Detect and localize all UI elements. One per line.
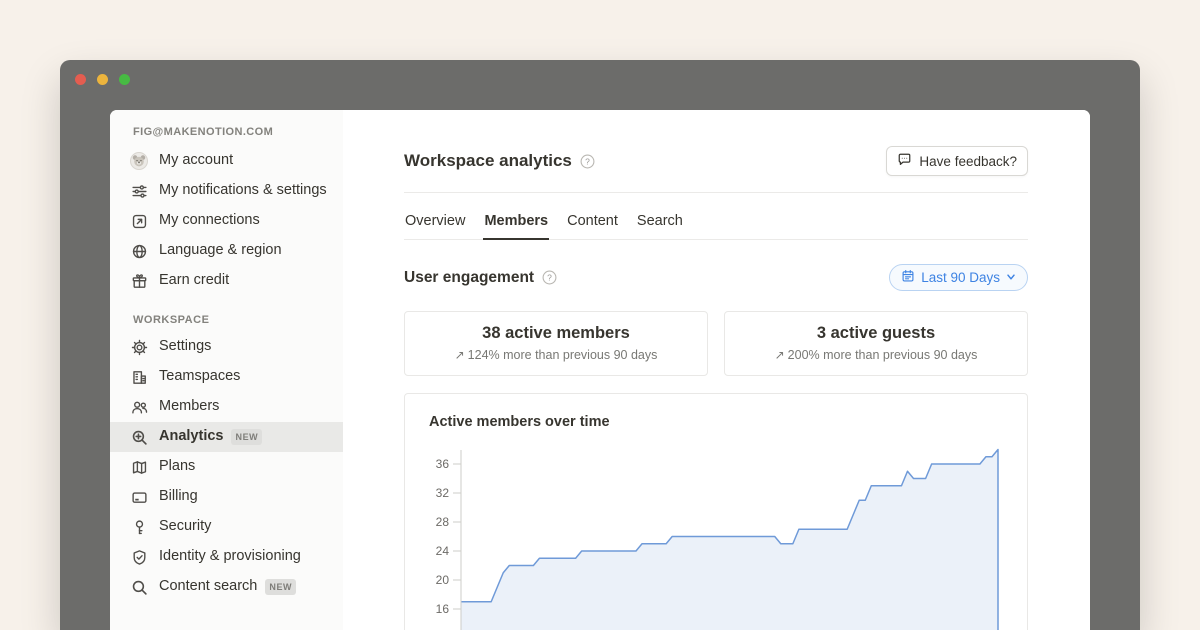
tab-content[interactable]: Content	[566, 206, 619, 239]
close-window-button[interactable]	[75, 74, 86, 85]
tab-members[interactable]: Members	[483, 206, 549, 240]
minimize-window-button[interactable]	[97, 74, 108, 85]
sidebar-item-teamspaces[interactable]: Teamspaces	[110, 362, 343, 392]
stat-cards: 38 active members ↗124% more than previo…	[404, 311, 1028, 376]
gift-icon	[130, 272, 148, 290]
stat-value: 3 active guests	[733, 324, 1019, 343]
help-icon[interactable]: ?	[542, 270, 557, 285]
sidebar-item-security[interactable]: Security	[110, 512, 343, 542]
sidebar-item-label: My notifications & settings	[159, 181, 327, 201]
active-members-chart: 16 20 24 28 32 36	[405, 444, 1027, 630]
sidebar-item-label: My connections	[159, 211, 260, 231]
sidebar-item-my-connections[interactable]: My connections	[110, 206, 343, 236]
stat-delta: ↗124% more than previous 90 days	[413, 348, 699, 362]
user-avatar	[130, 152, 148, 170]
sidebar-item-label: Language & region	[159, 241, 282, 261]
date-range-label: Last 90 Days	[921, 270, 1000, 285]
settings-sidebar: FIG@MAKENOTION.COM My account	[110, 110, 343, 630]
globe-icon	[130, 242, 148, 260]
settings-modal: FIG@MAKENOTION.COM My account	[110, 110, 1090, 630]
chart-title: Active members over time	[429, 414, 610, 430]
new-badge: NEW	[231, 429, 262, 444]
sidebar-item-settings[interactable]: Settings	[110, 332, 343, 362]
card-icon	[130, 488, 148, 506]
header-divider	[404, 192, 1028, 193]
sidebar-item-identity-provisioning[interactable]: Identity & provisioning	[110, 542, 343, 572]
sidebar-item-label: Members	[159, 397, 219, 417]
gear-icon	[130, 338, 148, 356]
account-email: FIG@MAKENOTION.COM	[110, 122, 343, 146]
svg-text:32: 32	[436, 486, 450, 500]
zoom-window-button[interactable]	[119, 74, 130, 85]
feedback-bubble-icon	[897, 152, 912, 170]
sidebar-item-billing[interactable]: Billing	[110, 482, 343, 512]
tab-overview[interactable]: Overview	[404, 206, 466, 239]
svg-text:20: 20	[436, 573, 450, 587]
svg-text:16: 16	[436, 602, 450, 616]
sidebar-item-label: Earn credit	[159, 271, 229, 291]
date-range-dropdown[interactable]: Last 90 Days	[889, 264, 1028, 291]
sidebar-item-language-region[interactable]: Language & region	[110, 236, 343, 266]
map-icon	[130, 458, 148, 476]
svg-text:36: 36	[436, 457, 450, 471]
help-icon[interactable]: ?	[580, 154, 595, 169]
analytics-content: Workspace analytics ?	[343, 110, 1090, 630]
stat-value: 38 active members	[413, 324, 699, 343]
feedback-button-label: Have feedback?	[919, 154, 1017, 169]
people-icon	[130, 398, 148, 416]
svg-text:?: ?	[585, 156, 590, 166]
user-engagement-title: User engagement	[404, 269, 534, 287]
trend-up-icon: ↗	[455, 348, 465, 362]
workspace-section-label: WORKSPACE	[110, 296, 343, 332]
svg-text:24: 24	[436, 544, 450, 558]
calendar-icon	[901, 269, 915, 286]
sidebar-item-label: Security	[159, 517, 211, 537]
sidebar-item-label: Content searchNEW	[159, 577, 296, 597]
sidebar-item-label: Settings	[159, 337, 211, 357]
tab-search[interactable]: Search	[636, 206, 684, 239]
stat-delta: ↗200% more than previous 90 days	[733, 348, 1019, 362]
sidebar-item-label: My account	[159, 151, 233, 171]
sidebar-item-content-search[interactable]: Content searchNEW	[110, 572, 343, 602]
svg-text:28: 28	[436, 515, 450, 529]
svg-text:?: ?	[547, 273, 552, 283]
shield-check-icon	[130, 548, 148, 566]
have-feedback-button[interactable]: Have feedback?	[886, 146, 1028, 176]
sidebar-item-plans[interactable]: Plans	[110, 452, 343, 482]
window-controls	[75, 74, 130, 85]
magnifier-icon	[130, 578, 148, 596]
trend-up-icon: ↗	[775, 348, 785, 362]
sliders-icon	[130, 182, 148, 200]
sidebar-item-earn-credit[interactable]: Earn credit	[110, 266, 343, 296]
analytics-tabs: Overview Members Content Search	[404, 206, 1028, 240]
active-members-chart-card: Active members over time 16 20 24 28 32 36	[404, 393, 1028, 630]
page-title: Workspace analytics	[404, 151, 572, 171]
active-members-stat-card: 38 active members ↗124% more than previo…	[404, 311, 708, 376]
magnifier-plus-icon	[130, 428, 148, 446]
key-icon	[130, 518, 148, 536]
sidebar-item-label: Teamspaces	[159, 367, 240, 387]
arrow-out-icon	[130, 212, 148, 230]
sidebar-item-analytics[interactable]: AnalyticsNEW	[110, 422, 343, 452]
app-window: FIG@MAKENOTION.COM My account	[60, 60, 1140, 630]
sidebar-item-label: Identity & provisioning	[159, 547, 301, 567]
building-icon	[130, 368, 148, 386]
new-badge: NEW	[265, 579, 296, 594]
sidebar-item-label: AnalyticsNEW	[159, 427, 262, 447]
active-guests-stat-card: 3 active guests ↗200% more than previous…	[724, 311, 1028, 376]
sidebar-item-label: Billing	[159, 487, 198, 507]
sidebar-item-my-account[interactable]: My account	[110, 146, 343, 176]
sidebar-item-notifications-settings[interactable]: My notifications & settings	[110, 176, 343, 206]
chevron-down-icon	[1006, 270, 1016, 285]
sidebar-item-members[interactable]: Members	[110, 392, 343, 422]
sidebar-item-label: Plans	[159, 457, 195, 477]
